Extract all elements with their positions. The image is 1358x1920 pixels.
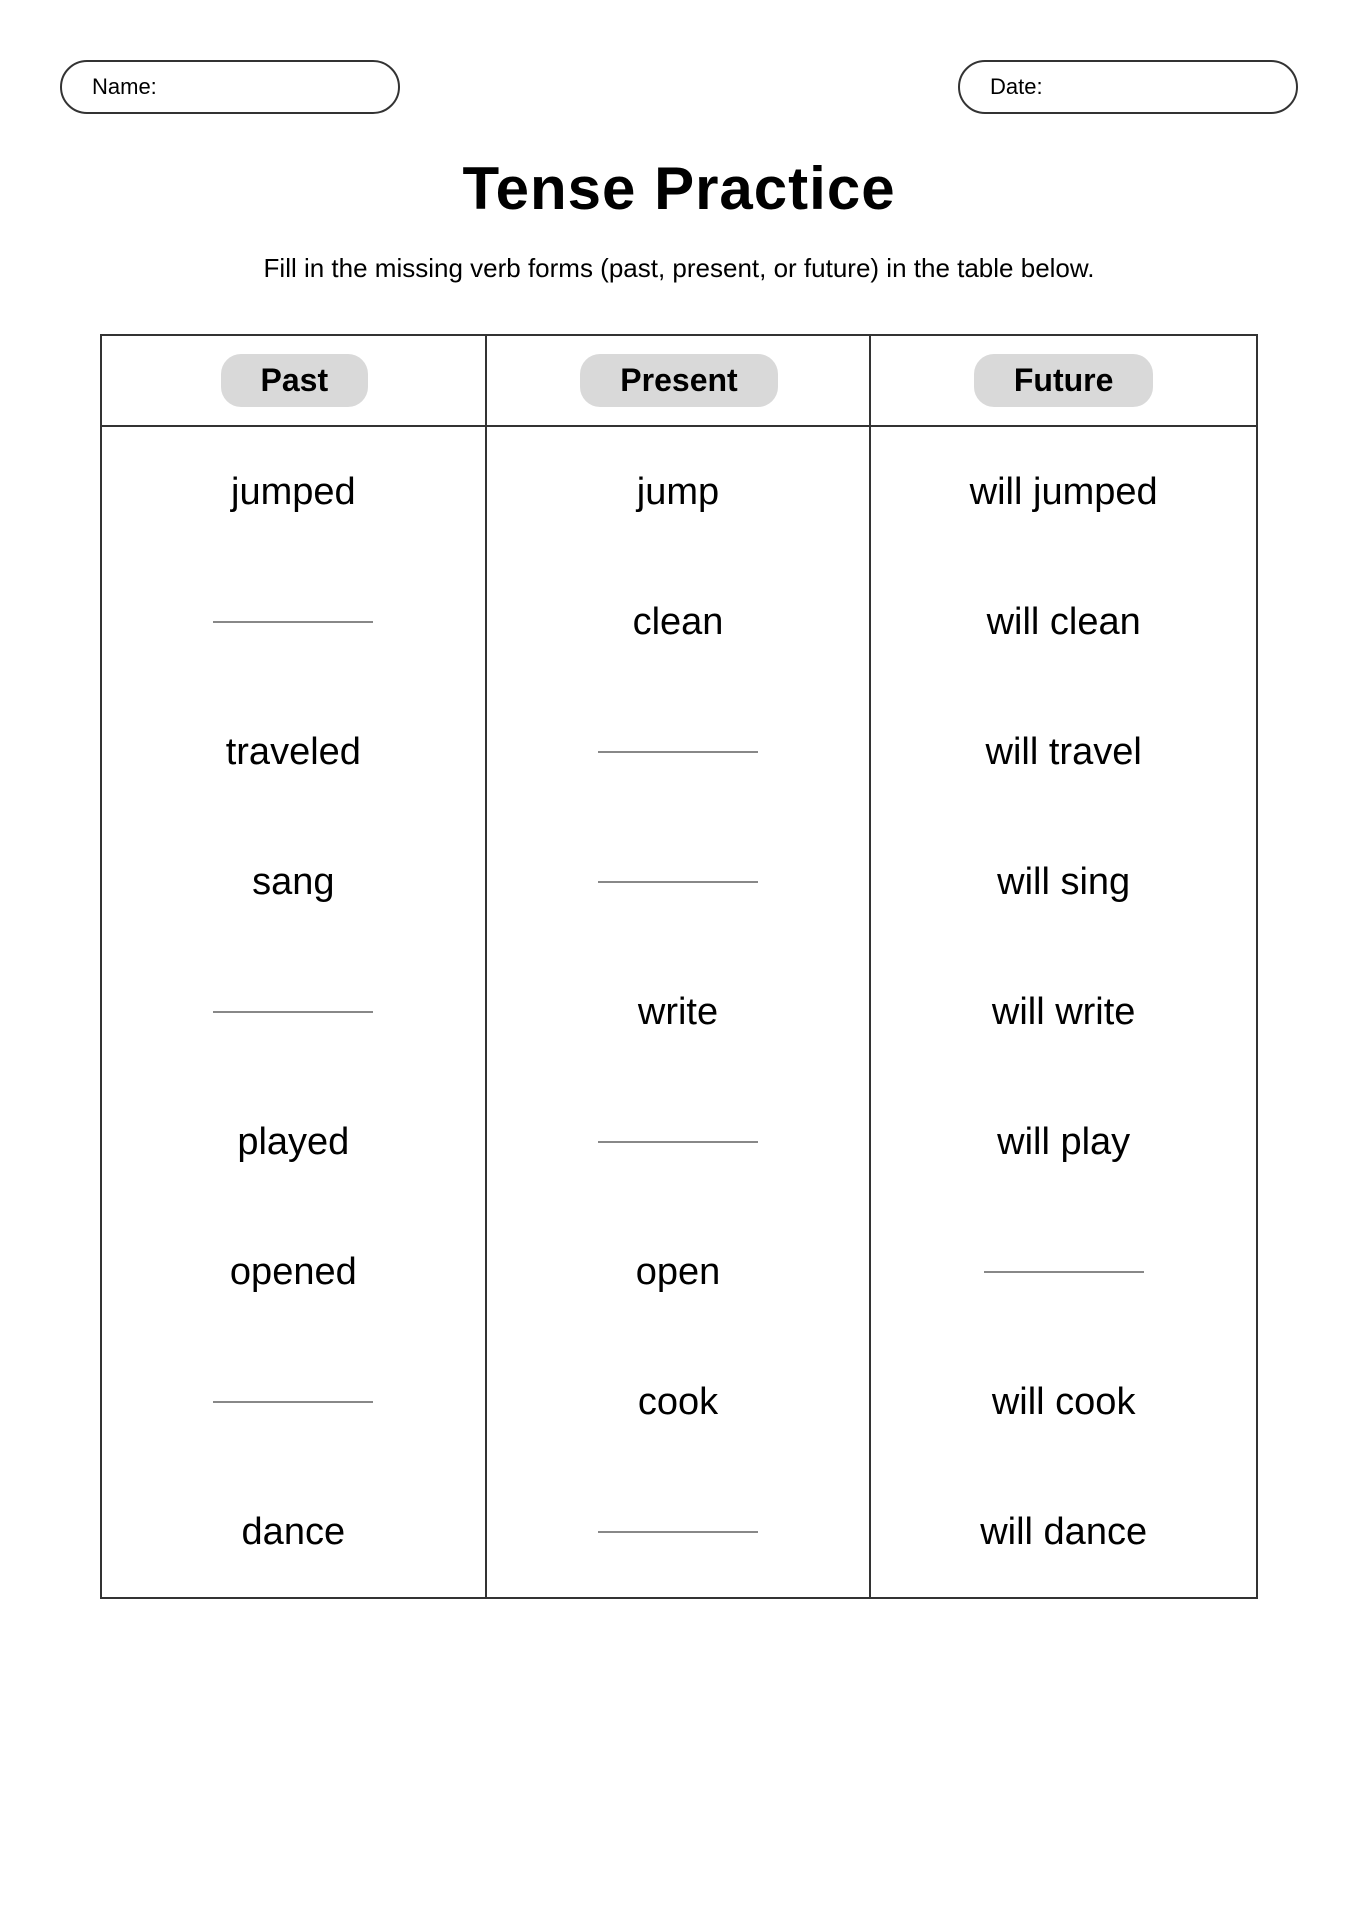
cell-future-5: will play [871, 1077, 1256, 1207]
cell-past-2: traveled [102, 687, 485, 817]
cell-past-1 [102, 557, 485, 687]
cell-present-6: open [487, 1207, 870, 1337]
name-field: Name: [60, 60, 400, 114]
cell-present-2 [487, 687, 870, 817]
cell-future-0: will jumped [871, 427, 1256, 557]
cell-present-8 [487, 1467, 870, 1597]
cell-future-2: will travel [871, 687, 1256, 817]
date-label: Date: [990, 74, 1043, 99]
cell-future-1: will clean [871, 557, 1256, 687]
cell-past-5: played [102, 1077, 485, 1207]
cell-past-6: opened [102, 1207, 485, 1337]
cell-present-0: jump [487, 427, 870, 557]
instructions-text: Fill in the missing verb forms (past, pr… [60, 253, 1298, 284]
table-header: Past Present Future [102, 336, 1256, 427]
cell-future-4: will write [871, 947, 1256, 1077]
name-label: Name: [92, 74, 157, 99]
tense-table: Past Present Future jumped traveledsang pl… [100, 334, 1258, 1599]
cell-past-8: dance [102, 1467, 485, 1597]
cell-past-3: sang [102, 817, 485, 947]
page-title: Tense Practice [60, 154, 1298, 223]
cell-present-3 [487, 817, 870, 947]
table-body: jumped traveledsang playedopened dance jump… [102, 427, 1256, 1597]
cell-future-7: will cook [871, 1337, 1256, 1467]
cell-past-0: jumped [102, 427, 485, 557]
cell-future-6 [871, 1207, 1256, 1337]
present-header: Present [487, 336, 872, 425]
cell-present-1: clean [487, 557, 870, 687]
future-header: Future [871, 336, 1256, 425]
cell-past-4 [102, 947, 485, 1077]
cell-present-7: cook [487, 1337, 870, 1467]
cell-present-4: write [487, 947, 870, 1077]
cell-future-8: will dance [871, 1467, 1256, 1597]
cell-present-5 [487, 1077, 870, 1207]
present-column: jumpclean write opencook [487, 427, 872, 1597]
past-header: Past [102, 336, 487, 425]
cell-past-7 [102, 1337, 485, 1467]
date-field: Date: [958, 60, 1298, 114]
future-column: will jumpedwill cleanwill travelwill sin… [871, 427, 1256, 1597]
past-column: jumped traveledsang playedopened dance [102, 427, 487, 1597]
cell-future-3: will sing [871, 817, 1256, 947]
